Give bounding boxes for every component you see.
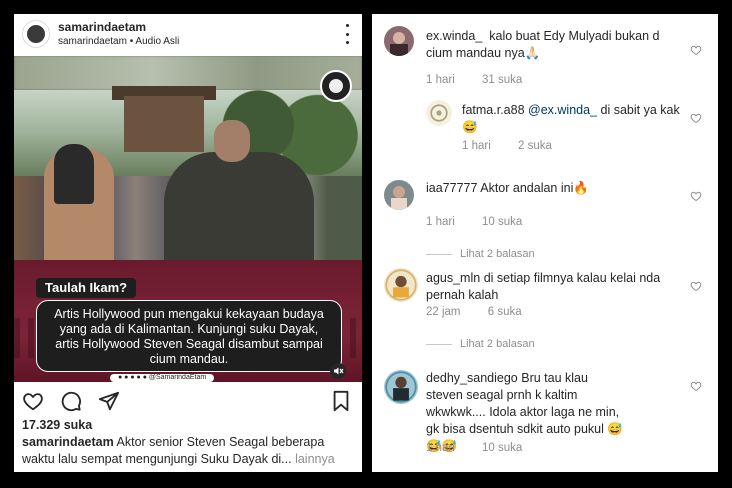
comment-likes[interactable]: 2 suka	[518, 140, 552, 152]
image-tag: Taulah Ikam?	[36, 278, 137, 298]
comment-meta: 22 jam 6 suka	[426, 306, 546, 318]
avatar[interactable]	[384, 180, 414, 210]
comments-panel: ex.winda_ kalo buat Edy Mulyadi bukan d …	[372, 14, 718, 472]
post-avatar[interactable]	[22, 20, 50, 48]
comment-time: 1 hari	[462, 140, 491, 152]
avatar[interactable]	[384, 268, 418, 302]
caption-username[interactable]: samarindaetam	[22, 435, 114, 449]
image-caption: Artis Hollywood pun mengakui kekayaan bu…	[36, 300, 342, 372]
comment-likes[interactable]: 31 suka	[482, 74, 522, 86]
heart-icon[interactable]	[690, 190, 702, 202]
view-replies-link[interactable]: Lihat 2 balasan	[426, 338, 535, 350]
caption-more-link[interactable]: lainnya	[295, 452, 335, 466]
view-replies-link[interactable]: Lihat 2 balasan	[426, 248, 535, 260]
comment-username[interactable]: ex.winda_	[426, 29, 482, 43]
comment-likes[interactable]: 10 suka	[482, 442, 522, 454]
share-icon[interactable]	[98, 390, 120, 412]
comment-meta: 1 hari 10 suka	[426, 442, 546, 454]
comment-username[interactable]: dedhy_sandiego	[426, 371, 518, 385]
comment-text: fatma.r.a88 @ex.winda_ di sabit ya kak 😅	[462, 102, 684, 136]
comment-likes[interactable]: 10 suka	[482, 216, 522, 228]
avatar[interactable]	[384, 26, 414, 56]
comment-time: 22 jam	[426, 306, 461, 318]
post-subtitle[interactable]: samarindaetam • Audio Asli	[58, 36, 179, 47]
heart-icon[interactable]	[690, 112, 702, 124]
post-panel: samarindaetam samarindaetam • Audio Asli…	[14, 14, 362, 472]
comment-likes[interactable]: 6 suka	[488, 306, 522, 318]
channel-logo-icon	[320, 70, 352, 102]
comment-time: 1 hari	[426, 74, 455, 86]
mute-icon[interactable]	[330, 363, 346, 379]
comment-mention[interactable]: @ex.winda_	[528, 103, 597, 117]
comment-username[interactable]: fatma.r.a88	[462, 103, 525, 117]
avatar[interactable]	[426, 100, 452, 126]
comment-time: 1 hari	[426, 442, 455, 454]
comment-username[interactable]: iaa77777	[426, 181, 477, 195]
comment-meta: 1 hari 10 suka	[426, 216, 546, 228]
comment-time: 1 hari	[426, 216, 455, 228]
comment-text: iaa77777 Aktor andalan ini🔥	[426, 180, 684, 197]
avatar[interactable]	[384, 370, 418, 404]
post-username[interactable]: samarindaetam	[58, 20, 146, 34]
bookmark-icon[interactable]	[330, 390, 352, 412]
comment-body: Aktor andalan ini🔥	[480, 181, 589, 195]
post-actions	[14, 390, 362, 418]
comment-meta: 1 hari 31 suka	[426, 74, 546, 86]
comment-text: agus_mln di setiap filmnya kalau kelai n…	[426, 270, 684, 304]
comment-icon[interactable]	[60, 390, 82, 412]
likes-count[interactable]: 17.329 suka	[22, 418, 92, 432]
post-caption: samarindaetam Aktor senior Steven Seagal…	[22, 434, 358, 468]
comment-username[interactable]: agus_mln	[426, 271, 480, 285]
heart-icon[interactable]	[22, 390, 44, 412]
heart-icon[interactable]	[690, 380, 702, 392]
post-header: samarindaetam samarindaetam • Audio Asli	[14, 14, 362, 54]
heart-icon[interactable]	[690, 44, 702, 56]
post-image[interactable]: Taulah Ikam? Artis Hollywood pun mengaku…	[14, 56, 362, 382]
comment-text: ex.winda_ kalo buat Edy Mulyadi bukan d …	[426, 28, 684, 62]
more-icon[interactable]	[344, 24, 350, 44]
comment-meta: 1 hari 2 suka	[462, 140, 576, 152]
social-handle: ● ● ● ● ● @SamarindaEtam	[110, 374, 215, 382]
heart-icon[interactable]	[690, 280, 702, 292]
